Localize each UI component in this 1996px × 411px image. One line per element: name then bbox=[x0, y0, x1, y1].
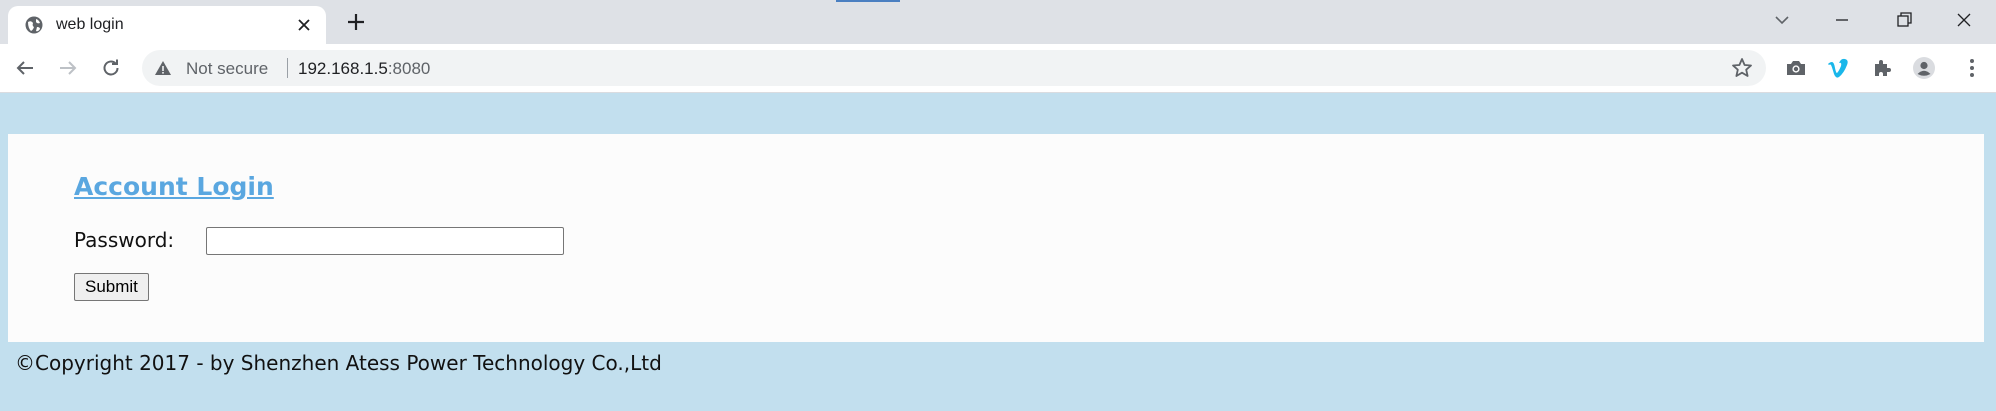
copyright-text: ©Copyright 2017 - by Shenzhen Atess Powe… bbox=[15, 351, 662, 375]
address-divider bbox=[287, 58, 288, 78]
tab-strip-accent bbox=[836, 0, 900, 2]
login-panel: Account Login Password: Submit bbox=[8, 134, 1984, 342]
vimeo-icon[interactable] bbox=[1826, 56, 1850, 80]
close-window-icon[interactable] bbox=[1952, 8, 1976, 32]
extensions-icon[interactable] bbox=[1870, 56, 1894, 80]
warning-icon[interactable] bbox=[154, 59, 172, 77]
reload-icon[interactable] bbox=[99, 56, 123, 80]
back-arrow-icon[interactable] bbox=[13, 56, 37, 80]
page-content: Account Login Password: Submit ©Copyrigh… bbox=[0, 93, 1996, 411]
star-icon[interactable] bbox=[1730, 56, 1754, 80]
address-bar[interactable]: Not secure 192.168.1.5:8080 bbox=[142, 50, 1766, 86]
minimize-icon[interactable] bbox=[1830, 8, 1854, 32]
submit-button[interactable]: Submit bbox=[74, 273, 149, 301]
browser-tab[interactable]: web login bbox=[8, 6, 326, 44]
security-status[interactable]: Not secure bbox=[186, 59, 268, 79]
menu-dots-icon[interactable] bbox=[1960, 56, 1984, 80]
url-text[interactable]: 192.168.1.5:8080 bbox=[298, 59, 430, 79]
camera-icon[interactable] bbox=[1784, 56, 1808, 80]
tab-search-chevron-icon[interactable] bbox=[1770, 8, 1794, 32]
globe-icon bbox=[25, 16, 43, 34]
page-title: Account Login bbox=[74, 172, 274, 201]
profile-icon[interactable] bbox=[1912, 56, 1936, 80]
url-port: :8080 bbox=[387, 59, 431, 78]
url-host: 192.168.1.5 bbox=[298, 59, 388, 78]
forward-arrow-icon[interactable] bbox=[56, 56, 80, 80]
tab-strip: web login bbox=[0, 0, 1996, 44]
close-tab-icon[interactable] bbox=[296, 17, 312, 33]
password-label: Password: bbox=[74, 228, 175, 252]
browser-toolbar: Not secure 192.168.1.5:8080 bbox=[0, 44, 1996, 93]
restore-icon[interactable] bbox=[1892, 8, 1916, 32]
password-field[interactable] bbox=[206, 227, 564, 255]
tab-title: web login bbox=[56, 16, 124, 33]
new-tab-icon[interactable] bbox=[344, 10, 368, 34]
